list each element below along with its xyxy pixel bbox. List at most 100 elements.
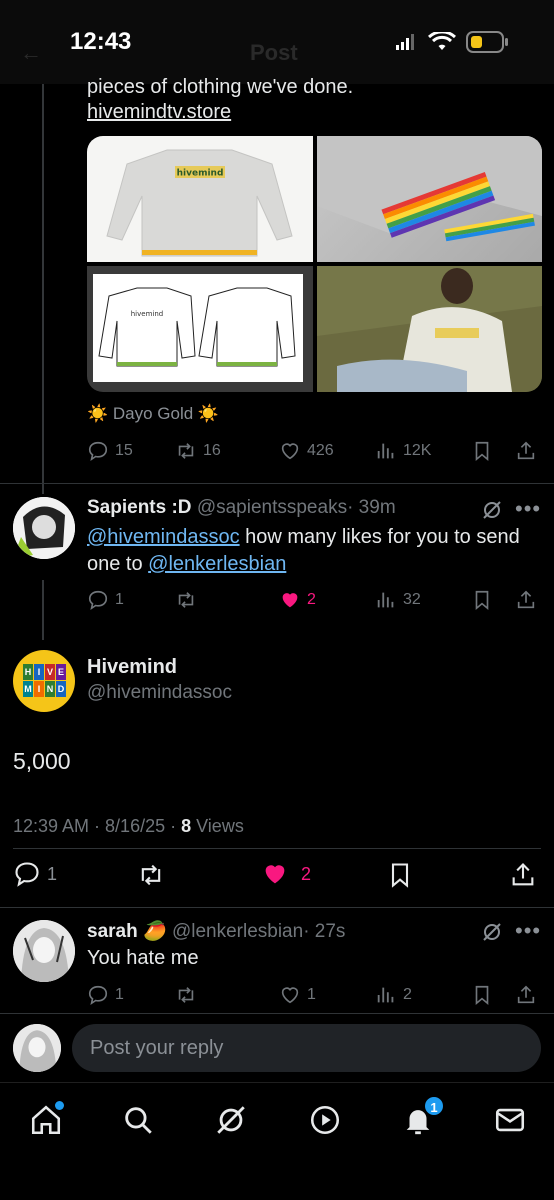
reply-count: 1 bbox=[47, 863, 58, 884]
author-handle[interactable]: @sapientsspeaks bbox=[197, 497, 347, 518]
heart-icon bbox=[281, 443, 299, 460]
divider bbox=[0, 907, 554, 908]
reply-button[interactable]: 1 bbox=[87, 984, 124, 1006]
home-tab[interactable] bbox=[29, 1101, 64, 1137]
repost-icon bbox=[178, 987, 194, 1003]
post-text: pieces of clothing we've done. bbox=[87, 76, 354, 98]
like-button[interactable]: 2 bbox=[261, 860, 311, 888]
bookmark-icon[interactable] bbox=[471, 589, 493, 611]
views-count: 8 bbox=[181, 816, 192, 836]
reply-input[interactable]: Post your reply bbox=[72, 1024, 541, 1072]
repost-icon[interactable] bbox=[137, 861, 165, 889]
logo-letter: E bbox=[56, 664, 66, 680]
reply-header: Sapients :D @sapientsspeaks· 39m bbox=[87, 497, 396, 519]
search-tab[interactable] bbox=[121, 1103, 155, 1137]
divider bbox=[0, 1013, 554, 1014]
share-icon[interactable] bbox=[515, 984, 537, 1006]
logo-letter: I bbox=[34, 664, 44, 680]
post-actions: 1 1 2 bbox=[87, 984, 542, 1008]
grok-icon[interactable] bbox=[480, 920, 504, 944]
mango-emoji: 🥭 bbox=[142, 921, 167, 942]
post-actions: 15 16 426 12K bbox=[87, 440, 542, 464]
media-print-text: hivemind bbox=[131, 310, 163, 318]
author-handle[interactable]: @lenkerlesbian bbox=[172, 921, 303, 942]
author-handle[interactable]: @hivemindassoc bbox=[87, 682, 232, 704]
avatar bbox=[13, 1024, 61, 1072]
avatar-logo: H I V E M I N D bbox=[23, 664, 66, 697]
video-tab[interactable] bbox=[308, 1103, 342, 1137]
battery-icon bbox=[466, 31, 508, 53]
mention-link[interactable]: @lenkerlesbian bbox=[148, 553, 286, 575]
share-icon[interactable] bbox=[509, 861, 537, 889]
grok-icon bbox=[217, 1106, 245, 1134]
views-count: 32 bbox=[403, 591, 421, 608]
media-image[interactable]: hivemind bbox=[87, 266, 313, 392]
repost-icon bbox=[178, 592, 194, 608]
main-post-actions: 1 2 bbox=[13, 860, 541, 890]
like-count: 2 bbox=[307, 591, 316, 608]
grok-icon[interactable] bbox=[480, 498, 504, 522]
views-count: 2 bbox=[403, 986, 412, 1003]
bookmark-icon[interactable] bbox=[386, 861, 414, 889]
home-badge-dot bbox=[55, 1101, 64, 1110]
media-image[interactable] bbox=[316, 266, 542, 392]
like-button[interactable]: 2 bbox=[279, 589, 316, 611]
views-button[interactable]: 32 bbox=[375, 589, 421, 611]
media-grid: hivemind hivemind bbox=[87, 136, 542, 392]
mention-link[interactable]: @hivemindassoc bbox=[87, 526, 240, 548]
mail-icon bbox=[495, 1108, 525, 1132]
heart-icon bbox=[281, 987, 299, 1004]
views-count: 12K bbox=[403, 442, 432, 459]
post-link[interactable]: hivemindtv.store bbox=[87, 99, 231, 126]
reply-button[interactable]: 1 bbox=[87, 589, 124, 611]
avatar[interactable] bbox=[13, 920, 75, 982]
reply-text: You hate me bbox=[87, 947, 199, 969]
bookmark-icon[interactable] bbox=[471, 984, 493, 1006]
media-print-text: hivemind bbox=[177, 169, 224, 179]
like-button[interactable]: 1 bbox=[279, 984, 316, 1006]
like-count: 426 bbox=[307, 442, 334, 459]
logo-letter: I bbox=[34, 681, 44, 697]
reply-button[interactable]: 1 bbox=[13, 860, 57, 888]
views-button[interactable]: 12K bbox=[375, 440, 431, 462]
reply-count: 1 bbox=[115, 591, 124, 608]
share-icon[interactable] bbox=[515, 440, 537, 462]
like-button[interactable]: 426 bbox=[279, 440, 334, 462]
repost-button[interactable] bbox=[175, 589, 197, 611]
views-button[interactable]: 2 bbox=[375, 984, 412, 1006]
repost-button[interactable] bbox=[175, 984, 197, 1006]
thread-line bbox=[42, 580, 44, 640]
author-name[interactable]: Hivemind bbox=[87, 656, 177, 679]
quote-attribution[interactable]: ☀️ Dayo Gold ☀️ bbox=[87, 404, 219, 424]
back-arrow-icon[interactable]: ← bbox=[20, 40, 42, 65]
reply-text: @hivemindassoc how many likes for you to… bbox=[87, 524, 537, 578]
more-options-icon[interactable]: ••• bbox=[515, 918, 541, 944]
grok-tab[interactable] bbox=[214, 1103, 248, 1137]
main-post-text: 5,000 bbox=[13, 748, 71, 774]
analytics-icon bbox=[377, 987, 394, 1003]
post-actions: 1 2 32 bbox=[87, 589, 542, 613]
author-name[interactable]: Sapients :D bbox=[87, 497, 192, 518]
reply-button[interactable]: 15 bbox=[87, 440, 133, 462]
views-label: Views bbox=[191, 816, 244, 836]
notifications-tab[interactable]: 1 bbox=[401, 1095, 445, 1137]
logo-letter: H bbox=[23, 664, 33, 680]
more-options-icon[interactable]: ••• bbox=[515, 496, 541, 522]
timestamp-text: 12:39 AM · 8/16/25 · bbox=[13, 816, 182, 836]
status-time: 12:43 bbox=[70, 28, 132, 55]
bottom-tab-bar: 1 bbox=[0, 1082, 554, 1200]
heart-filled-icon bbox=[265, 865, 285, 884]
reply-icon bbox=[15, 862, 39, 887]
logo-letter: M bbox=[23, 681, 33, 697]
repost-button[interactable]: 16 bbox=[175, 440, 221, 462]
avatar[interactable] bbox=[13, 497, 75, 559]
post-timestamp: 12:39 AM · 8/16/25 · 8 Views bbox=[13, 816, 244, 837]
messages-tab[interactable] bbox=[493, 1103, 527, 1137]
media-image[interactable] bbox=[316, 136, 542, 262]
media-image[interactable]: hivemind bbox=[87, 136, 313, 262]
share-icon[interactable] bbox=[515, 589, 537, 611]
author-name[interactable]: sarah bbox=[87, 921, 138, 942]
repost-count: 16 bbox=[203, 442, 221, 459]
bookmark-icon[interactable] bbox=[471, 440, 493, 462]
avatar[interactable]: H I V E M I N D bbox=[13, 650, 75, 712]
